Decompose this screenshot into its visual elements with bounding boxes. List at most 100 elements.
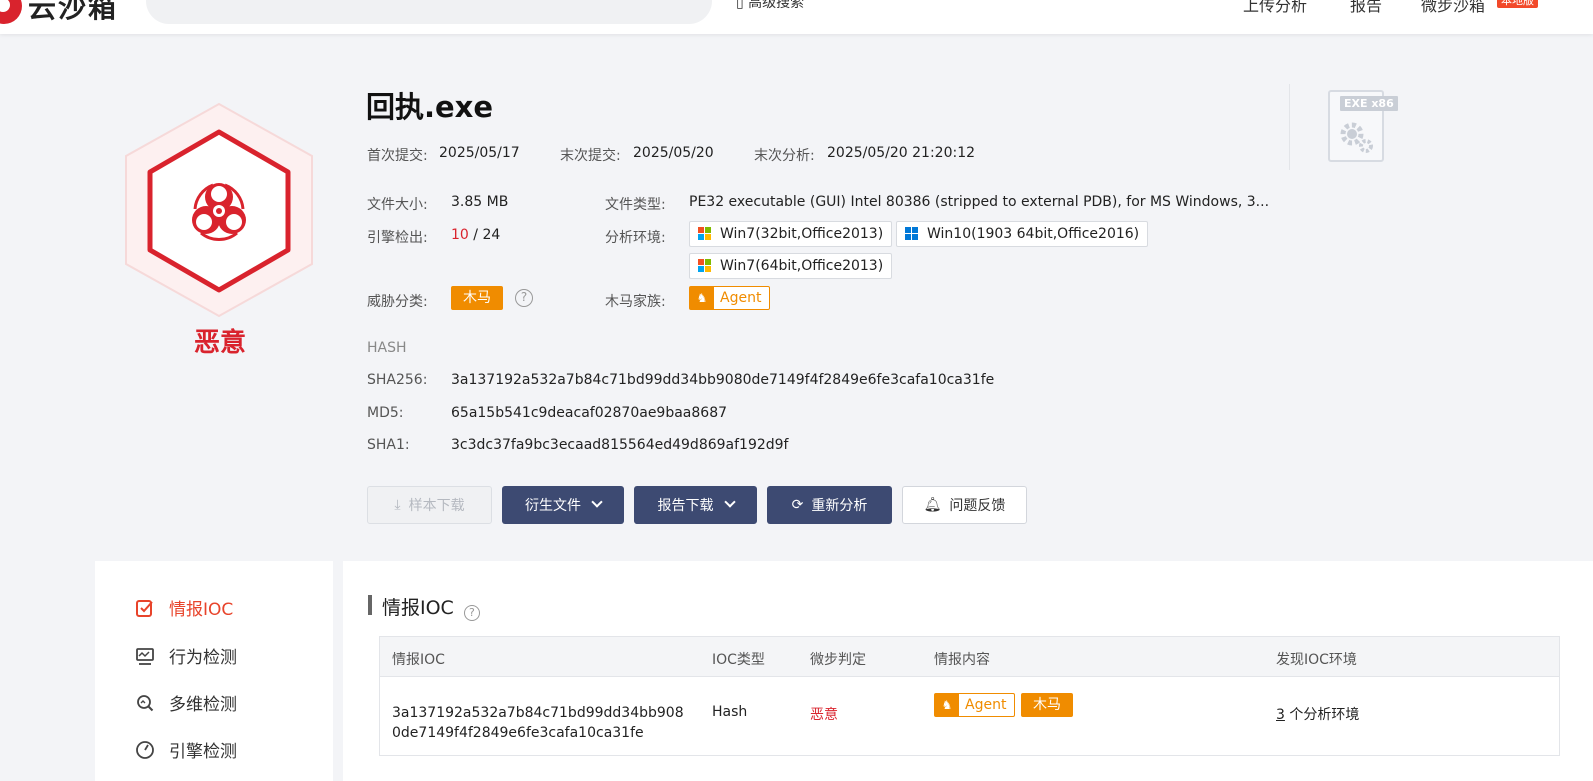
monitor-chart-icon [136,647,154,665]
vertical-divider [1289,84,1290,170]
section-title-text: 情报IOC [382,597,454,619]
column-header: 情报内容 [934,652,990,668]
engine-detect-value: 10 / 24 [451,227,500,243]
help-icon[interactable]: ? [515,289,533,307]
md5-label: MD5: [367,405,404,421]
env-chip-win7-64[interactable]: Win7(64bit,Office2013) [689,253,893,279]
verdict-hexagon [118,98,320,328]
download-icon: ⤓ [394,497,401,513]
trojan-horse-icon: ♞ [690,287,714,309]
ioc-family-tag[interactable]: ♞ Agent [934,693,1016,717]
biohazard-hexagon-icon [125,102,313,318]
windows10-icon [905,227,919,241]
file-name-title: 回执.exe [366,90,494,124]
exe-file-icon: EXE x86 [1328,90,1398,162]
engine-hits: 10 [451,227,469,243]
section-title: 情报IOC ? [382,593,480,621]
sidebar-item-engine-detect[interactable]: 引擎检测 [135,737,237,762]
windows7-icon [698,227,712,241]
env-count-link[interactable]: 3 [1276,707,1285,723]
env-chip-label: Win7(64bit,Office2013) [720,258,884,274]
family-name: Agent [720,290,762,306]
logo-text: 云沙箱 [28,0,119,24]
gauge-icon [136,740,154,759]
column-header: 微步判定 [810,652,866,668]
nav-report[interactable]: 报告 [1350,0,1382,16]
ioc-verdict-cell: 恶意 [810,707,838,723]
sidebar-item-label: 情报IOC [169,600,234,620]
file-type-label: 文件类型: [605,197,666,213]
hash-section-title: HASH [367,340,407,356]
last-submit-label: 末次提交: [560,148,621,164]
first-submit-value: 2025/05/17 [439,145,520,161]
env-chip-win7-32[interactable]: Win7(32bit,Office2013) [689,221,893,247]
column-header: 发现IOC环境 [1276,652,1357,668]
advanced-search-link[interactable]: ▯ 高级搜索 [736,0,804,12]
sidebar-item-label: 引擎检测 [169,742,237,762]
section-accent-bar [368,595,372,615]
trojan-horse-icon: ♞ [935,694,959,716]
logo-mark-icon [0,0,22,24]
sha1-value[interactable]: 3c3dc37fa9bc3ecaad815564ed49d869af192d9f [451,437,789,453]
help-icon[interactable]: ? [463,605,480,621]
env-chip-win10-64[interactable]: Win10(1903 64bit,Office2016) [896,221,1149,247]
file-type-value: PE32 executable (GUI) Intel 80386 (strip… [689,194,1270,210]
ioc-type-cell: Hash [712,704,748,720]
report-download-button[interactable]: 报告下载 [634,486,757,524]
nav-upload-analysis[interactable]: 上传分析 [1243,0,1307,16]
sidebar-item-label: 行为检测 [169,648,237,668]
last-analysis-label: 末次分析: [754,148,815,164]
first-submit-label: 首次提交: [367,148,428,164]
reanalyze-button[interactable]: ⟳ 重新分析 [767,486,892,524]
trojan-family-tag[interactable]: ♞ Agent [689,286,771,310]
sha256-value[interactable]: 3a137192a532a7b84c71bd99dd34bb9080de7149… [451,372,994,388]
sample-download-label: 样本下载 [408,498,465,514]
md5-value[interactable]: 65a15b541c9deacaf02870ae9baa8687 [451,405,727,421]
engine-total: 24 [482,227,501,243]
column-header: IOC类型 [712,652,765,668]
nav-sandbox[interactable]: 微步沙箱 [1421,0,1485,16]
refresh-icon: ⟳ [791,497,804,513]
threat-class-label: 威胁分类: [367,294,428,310]
last-submit-value: 2025/05/20 [633,145,714,161]
sample-download-button[interactable]: ⤓ 样本下载 [367,486,492,524]
table-header-row: 情报IOC IOC类型 微步判定 情报内容 发现IOC环境 [380,637,1559,677]
env-chip-label: Win7(32bit,Office2013) [720,226,884,242]
top-navigation-bar: 云沙箱 ▯ 高级搜索 上传分析 报告 微步沙箱 本地版 [0,0,1593,34]
derived-files-button[interactable]: 衍生文件 [502,486,624,524]
ioc-value-line: 0de7149f4f2849e6fe3cafa10ca31fe [392,725,644,741]
ioc-table: 情报IOC IOC类型 微步判定 情报内容 发现IOC环境 3a137192a5… [379,636,1560,756]
engine-detect-label: 引擎检出: [367,230,428,246]
sidebar-item-multi-detect[interactable]: 多维检测 [135,690,237,715]
search-box[interactable] [146,0,712,24]
family-name: Agent [965,697,1007,713]
trojan-family-label: 木马家族: [605,294,666,310]
sidebar-item-behavior[interactable]: 行为检测 [135,643,237,668]
sha256-label: SHA256: [367,372,428,388]
ioc-value-cell[interactable]: 3a137192a532a7b84c71bd99dd34bb908 0de714… [392,703,684,743]
local-edition-badge: 本地版 [1497,0,1538,8]
sidebar-item-label: 多维检测 [169,695,237,715]
report-download-label: 报告下载 [657,498,714,514]
chevron-down-icon [591,496,603,508]
windows7-icon [698,259,712,273]
bell-icon: 🔔︎ [923,497,942,513]
feedback-button[interactable]: 🔔︎ 问题反馈 [902,486,1027,524]
logo[interactable]: 云沙箱 [0,0,118,26]
last-analysis-value: 2025/05/20 21:20:12 [827,145,976,161]
feedback-label: 问题反馈 [949,498,1006,514]
column-header: 情报IOC [392,652,445,668]
gear-icon [1340,122,1373,153]
reanalyze-label: 重新分析 [811,498,868,514]
verdict-label: 恶意 [193,328,246,358]
ioc-env-cell: 3 个分析环境 [1276,704,1359,724]
search-scan-icon [137,694,154,711]
advanced-search-label: 高级搜索 [748,0,805,11]
edit-check-icon [136,599,153,617]
ioc-threat-tag: 木马 [1021,693,1073,717]
file-size-label: 文件大小: [367,197,428,213]
sidebar-item-intel-ioc[interactable]: 情报IOC [135,595,233,620]
analysis-env-label: 分析环境: [605,230,666,246]
chevron-down-icon [723,496,736,508]
ioc-value-line: 3a137192a532a7b84c71bd99dd34bb908 [392,705,684,721]
